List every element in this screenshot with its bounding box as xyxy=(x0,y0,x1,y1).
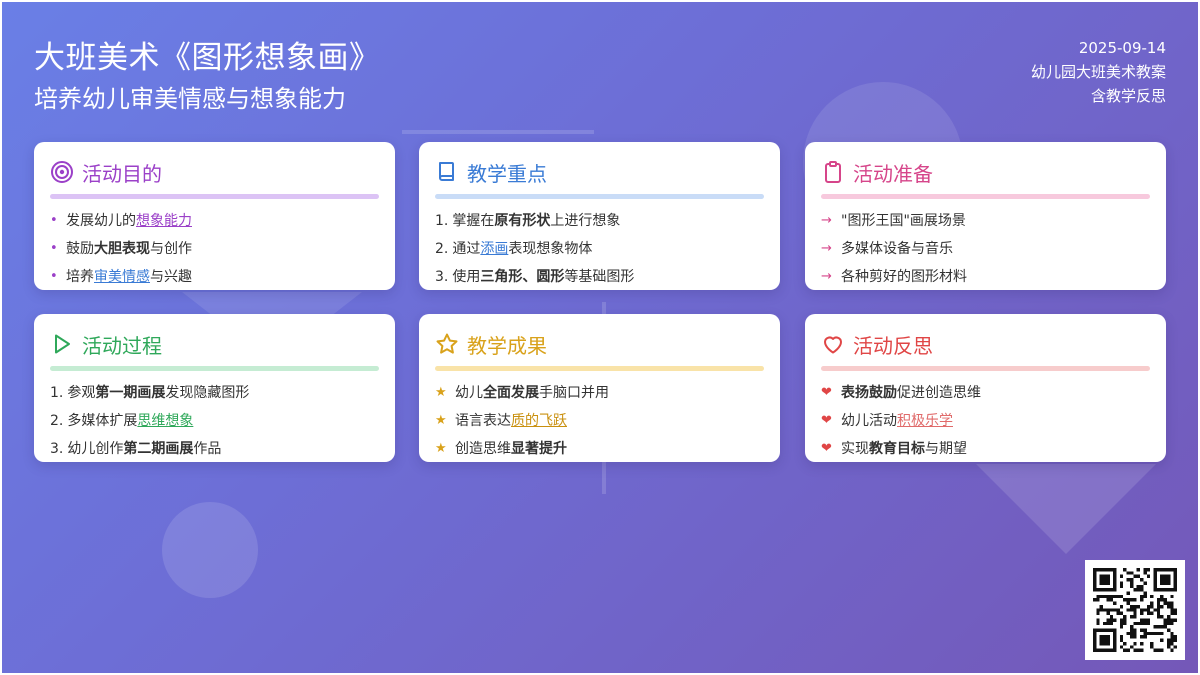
card-title: 活动反思 xyxy=(853,333,933,358)
card-title: 教学成果 xyxy=(467,333,547,358)
doc-type-label: 幼儿园大班美术教案 xyxy=(1030,63,1166,81)
list-item: 2. 多媒体扩展 思维想象 xyxy=(50,407,379,435)
star-bullet-icon: ★ xyxy=(435,385,447,400)
decorative-line xyxy=(402,130,594,134)
card-underline xyxy=(821,366,1150,371)
highlight-link[interactable]: 积极乐学 xyxy=(897,407,953,435)
decorative-circle xyxy=(162,502,258,598)
card-reflection: 活动反思 ❤ 表扬鼓励 促进创造思维 ❤ 幼儿活动 积极乐学 ❤ 实现 教育目标 与期望 xyxy=(805,314,1166,462)
star-bullet-icon: ★ xyxy=(435,413,447,428)
arrow-right-icon: → xyxy=(821,269,832,284)
list-item: • 发展幼儿的 想象能力 xyxy=(50,207,379,235)
heart-bullet-icon: ❤ xyxy=(821,441,832,456)
card-title: 活动过程 xyxy=(82,333,162,358)
header-meta: 2025-09-14 幼儿园大班美术教案 含教学反思 xyxy=(1031,36,1166,108)
clipboard-icon xyxy=(825,161,841,183)
card-underline xyxy=(435,366,764,371)
card-underline xyxy=(821,194,1150,199)
heart-bullet-icon: ❤ xyxy=(821,385,832,400)
bullet-dot-icon: • xyxy=(50,213,58,228)
date-label: 2025-09-14 xyxy=(1078,39,1166,57)
card-key-points: 教学重点 1. 掌握在 原有形状 上进行想象 2. 通过 添画 表现想象物体 3. 使用 三角形… xyxy=(419,142,780,290)
heart-bullet-icon: ❤ xyxy=(821,413,832,428)
card-underline xyxy=(435,194,764,199)
card-title: 活动目的 xyxy=(82,161,162,186)
card-process: 活动过程 1. 参观 第一期画展 发现隐藏图形 2. 多媒体扩展 思维想象 3. 幼儿创作第… xyxy=(34,314,395,462)
list-item: → 各种剪好的图形材料 xyxy=(821,263,1150,291)
card-underline xyxy=(50,194,379,199)
list-item: → 多媒体设备与音乐 xyxy=(821,235,1150,263)
card-title: 活动准备 xyxy=(853,161,933,186)
star-bullet-icon: ★ xyxy=(435,441,447,456)
list-item: 1. 掌握在 原有形状 上进行想象 xyxy=(435,213,621,229)
bullet-dot-icon: • xyxy=(50,241,58,256)
card-title: 教学重点 xyxy=(467,161,547,186)
target-icon xyxy=(51,161,73,183)
card-preparation: 活动准备 → "图形王国"画展场景 → 多媒体设备与音乐 → 各种剪好的图形材料 xyxy=(805,142,1166,290)
slide: 大班美术《图形想象画》 培养幼儿审美情感与想象能力 2025-09-14 幼儿园… xyxy=(2,2,1198,673)
arrow-right-icon: → xyxy=(821,241,832,256)
list-item: → "图形王国"画展场景 xyxy=(821,207,1150,235)
list-item: ❤ 幼儿活动 积极乐学 xyxy=(821,407,1150,435)
list-item: ★ 幼儿 全面发展 手脑口并用 xyxy=(435,379,764,407)
highlight-link[interactable]: 想象能力 xyxy=(136,207,192,235)
list-item: 1. 参观 第一期画展 发现隐藏图形 xyxy=(50,385,250,401)
highlight-link[interactable]: 质的飞跃 xyxy=(511,407,567,435)
bullet-dot-icon: • xyxy=(50,269,58,284)
qr-code-icon[interactable] xyxy=(1085,560,1185,660)
page-subtitle: 培养幼儿审美情感与想象能力 xyxy=(34,85,346,113)
note-label: 含教学反思 xyxy=(1090,87,1166,105)
list-item: 3. 使用 三角形、圆形 等基础图形 xyxy=(435,269,635,285)
highlight-link[interactable]: 审美情感 xyxy=(94,263,150,291)
star-icon xyxy=(436,333,458,354)
list-item: • 鼓励 大胆表现 与创作 xyxy=(50,235,379,263)
heart-icon xyxy=(824,336,842,354)
list-item: 2. 通过 添画 表现想象物体 xyxy=(435,235,764,263)
highlight-link[interactable]: 思维想象 xyxy=(137,407,193,435)
list-item: 3. 幼儿创作 第二期画展 作品 xyxy=(50,441,222,457)
page-title: 大班美术《图形想象画》 xyxy=(34,40,381,76)
play-icon xyxy=(55,334,70,354)
list-item: ❤ 实现 教育目标 与期望 xyxy=(821,435,1150,463)
decorative-triangle xyxy=(976,464,1156,554)
qr-code-graphic xyxy=(1093,568,1177,652)
card-underline xyxy=(50,366,379,371)
card-results: 教学成果 ★ 幼儿 全面发展 手脑口并用 ★ 语言表达 质的飞跃 ★ 创造思维 显著提升 xyxy=(419,314,780,462)
list-item: ★ 创造思维 显著提升 xyxy=(435,435,764,463)
list-item: ★ 语言表达 质的飞跃 xyxy=(435,407,764,435)
arrow-right-icon: → xyxy=(821,213,832,228)
list-item: • 培养 审美情感 与兴趣 xyxy=(50,263,379,291)
highlight-link[interactable]: 添画 xyxy=(480,235,508,263)
card-goals: 活动目的 • 发展幼儿的 想象能力 • 鼓励 大胆表现 与创作 • 培养 审美情感 与兴趣 xyxy=(34,142,395,290)
list-item: ❤ 表扬鼓励 促进创造思维 xyxy=(821,379,1150,407)
book-icon xyxy=(439,162,454,181)
